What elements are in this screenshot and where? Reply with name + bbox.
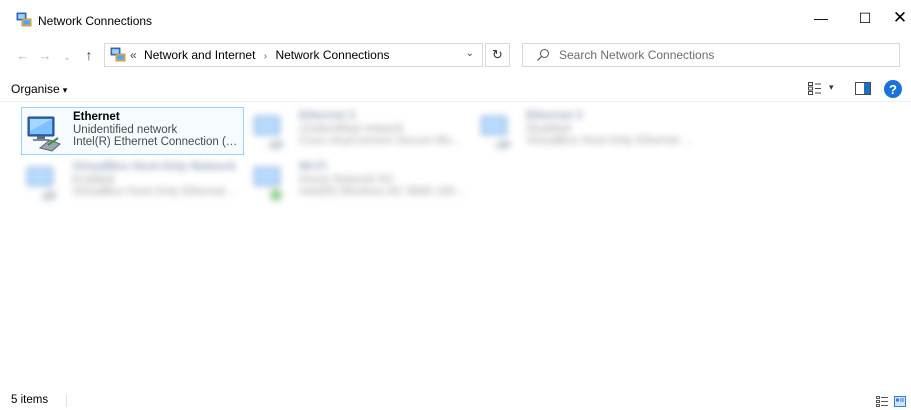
connection-device: VirtualBox Host-Only Ethernet Ad... (72, 186, 240, 198)
connection-status: Home Network 5G (299, 173, 394, 186)
change-view-icon[interactable] (808, 82, 822, 95)
search-input[interactable] (559, 45, 889, 65)
search-icon (537, 49, 549, 61)
search-box[interactable] (522, 43, 900, 67)
title-bar: Network Connections — ☐ ✕ (0, 0, 911, 36)
address-bar[interactable]: « Network and Internet › Network Connect… (104, 43, 483, 67)
connection-status: Unidentified network (299, 122, 404, 135)
organise-menu[interactable]: Organise ▾ (11, 82, 67, 96)
connection-item-virtualbox[interactable]: VirtualBox Host-Only Network Enabled Vir… (21, 158, 244, 206)
tiles-view-icon[interactable] (894, 396, 906, 407)
status-bar: 5 items (0, 388, 911, 410)
breadcrumb-overflow[interactable]: « (130, 48, 137, 62)
chevron-down-icon: ▾ (62, 85, 68, 95)
minimize-button[interactable]: — (798, 0, 844, 36)
address-history-dropdown[interactable]: ⌄ (466, 48, 474, 59)
connection-item-text: Ethernet Unidentified network Intel(R) E… (73, 111, 241, 149)
network-connections-icon (110, 47, 126, 62)
connection-name: Wi-Fi (299, 161, 327, 173)
organise-label: Organise (11, 82, 60, 96)
preview-pane-button[interactable] (855, 82, 871, 95)
navigation-bar: ← → ⌄ ↑ « Network and Internet › Network… (0, 36, 911, 74)
breadcrumb: « Network and Internet › Network Connect… (130, 48, 390, 62)
connection-item-ethernet-3[interactable]: Ethernet 3 Disabled VirtualBox Host-Only… (475, 107, 698, 155)
close-button[interactable]: ✕ (877, 0, 911, 36)
network-adapter-icon (481, 116, 513, 150)
status-divider (66, 395, 67, 407)
connection-device: VirtualBox Host-Only Ethernet Ad... (526, 135, 694, 147)
connection-item-text: VirtualBox Host-Only Network Enabled Vir… (72, 161, 240, 199)
up-button[interactable]: ↑ (81, 47, 97, 63)
connection-device: Cisco AnyConnect Secure Mobility (299, 135, 467, 147)
connection-item-ethernet[interactable]: Ethernet Unidentified network Intel(R) E… (21, 107, 244, 155)
connection-status: Disabled (526, 122, 571, 135)
connection-name: VirtualBox Host-Only Network (72, 161, 237, 173)
command-bar: Organise ▾ ▾ ? (0, 74, 911, 102)
forward-button[interactable]: → (37, 47, 53, 63)
breadcrumb-network-and-internet[interactable]: Network and Internet (144, 48, 255, 62)
breadcrumb-separator[interactable]: › (264, 51, 267, 62)
back-button[interactable]: ← (15, 47, 31, 63)
connection-item-text: Ethernet 2 Unidentified network Cisco An… (299, 110, 467, 148)
wifi-adapter-icon (254, 167, 282, 201)
network-adapter-icon (27, 167, 59, 201)
connection-device: Intel(R) Ethernet Connection (7) I219-V (73, 136, 241, 148)
item-count: 5 items (11, 394, 49, 406)
recent-locations-button[interactable]: ⌄ (59, 49, 75, 65)
connection-item-wifi[interactable]: Wi-Fi Home Network 5G Intel(R) Wireless-… (248, 158, 471, 206)
connections-list: Ethernet Unidentified network Intel(R) E… (0, 103, 911, 388)
window-title: Network Connections (38, 14, 153, 28)
details-view-icon[interactable] (876, 396, 888, 407)
refresh-button[interactable]: ↻ (485, 43, 510, 67)
connection-name: Ethernet 3 (526, 110, 583, 122)
connection-status: Unidentified network (73, 123, 178, 136)
connection-name: Ethernet 2 (299, 110, 356, 122)
breadcrumb-network-connections[interactable]: Network Connections (275, 48, 389, 62)
connection-item-text: Wi-Fi Home Network 5G Intel(R) Wireless-… (299, 161, 467, 199)
connection-name: Ethernet (73, 111, 120, 123)
network-connections-icon (16, 12, 32, 27)
help-button[interactable]: ? (884, 80, 902, 98)
connection-item-ethernet-2[interactable]: Ethernet 2 Unidentified network Cisco An… (248, 107, 471, 155)
connection-device: Intel(R) Wireless-AC 9560 160MHz (299, 186, 467, 198)
view-options-dropdown[interactable]: ▾ (829, 82, 834, 93)
network-adapter-icon (254, 116, 286, 150)
connection-status: Enabled (72, 173, 115, 186)
ethernet-adapter-icon (27, 116, 61, 152)
connection-item-text: Ethernet 3 Disabled VirtualBox Host-Only… (526, 110, 694, 148)
